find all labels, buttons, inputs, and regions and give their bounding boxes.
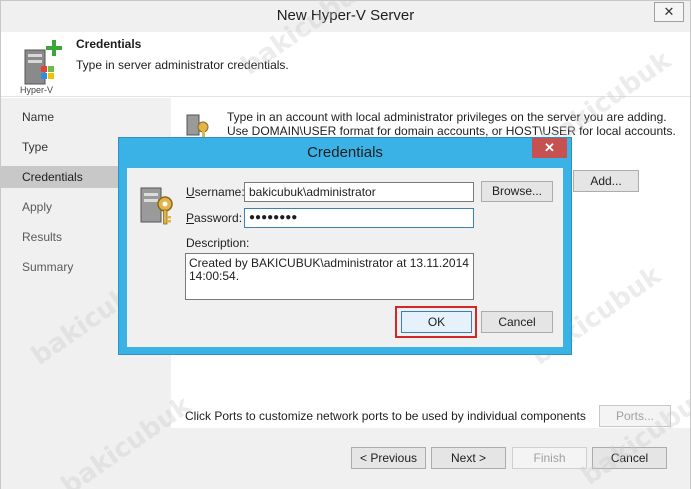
ports-button[interactable]: Ports... (599, 405, 671, 427)
password-field[interactable]: ●●●●●●●● (244, 208, 474, 228)
hyperv-label: Hyper-V (20, 85, 54, 95)
ports-hint: Click Ports to customize network ports t… (185, 409, 586, 423)
window-title: New Hyper-V Server (276, 7, 415, 24)
next-button[interactable]: Next > (431, 447, 506, 469)
info-line-1: Type in an account with local administra… (227, 110, 667, 124)
dialog-title: Credentials (307, 144, 383, 161)
password-label: Password: (186, 211, 243, 225)
page-title: Credentials (76, 37, 142, 51)
ok-button[interactable]: OK (401, 311, 472, 333)
title-bar: New Hyper-V Server ✕ (1, 1, 690, 32)
finish-button[interactable]: Finish (512, 447, 587, 469)
previous-button[interactable]: < Previous (351, 447, 426, 469)
hyperv-server-icon (24, 40, 62, 85)
new-hyperv-server-window: New Hyper-V Server ✕ Hyper-V Credentials… (0, 0, 691, 489)
add-button[interactable]: Add... (573, 170, 639, 192)
wizard-header: Hyper-V Credentials Type in server admin… (1, 32, 690, 97)
credentials-icon (186, 114, 209, 138)
dialog-cancel-button[interactable]: Cancel (481, 311, 553, 333)
username-field[interactable]: bakicubuk\administrator (244, 182, 474, 202)
description-field[interactable]: Created by BAKICUBUK\administrator at 13… (185, 253, 474, 300)
dialog-close-button[interactable]: ✕ (532, 138, 567, 158)
window-close-button[interactable]: ✕ (654, 2, 684, 22)
dialog-body: Username: bakicubuk\administrator Browse… (127, 168, 563, 347)
server-key-icon (140, 187, 173, 225)
page-subtitle: Type in server administrator credentials… (76, 58, 289, 72)
info-line-2: Use DOMAIN\USER format for domain accoun… (227, 124, 676, 138)
credentials-dialog: Credentials ✕ Username: bakicubuk\admini… (118, 137, 572, 355)
description-label: Description: (186, 236, 250, 250)
username-label: Username: (186, 185, 245, 199)
info-text: Type in an account with local administra… (227, 110, 676, 138)
cancel-button[interactable]: Cancel (592, 447, 667, 469)
sidebar-item-name[interactable]: Name (1, 106, 171, 128)
browse-button[interactable]: Browse... (481, 181, 553, 202)
wizard-footer: < Previous Next > Finish Cancel (1, 428, 690, 489)
